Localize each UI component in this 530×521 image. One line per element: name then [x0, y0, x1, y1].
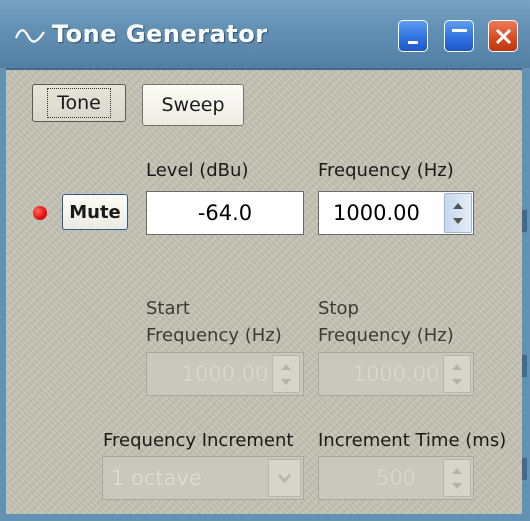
start-frequency-value: 1000.00	[181, 362, 269, 386]
edge-marker	[522, 458, 527, 480]
frequency-value: 1000.00	[333, 201, 420, 225]
title-bar[interactable]: Tone Generator	[0, 0, 530, 70]
maximize-icon	[452, 29, 467, 32]
minimize-icon	[408, 41, 418, 44]
window-title: Tone Generator	[52, 20, 268, 48]
maximize-button[interactable]	[444, 20, 474, 52]
window-border-right	[522, 68, 530, 521]
minimize-button[interactable]	[398, 20, 428, 52]
edge-marker	[522, 355, 527, 377]
level-label: Level (dBu)	[146, 160, 249, 181]
start-frequency-spinner[interactable]	[272, 355, 300, 393]
close-icon	[495, 28, 512, 45]
spin-arrows-icon	[452, 364, 462, 385]
frequency-increment-label: Frequency Increment	[103, 430, 294, 451]
sweep-mode-label: Sweep	[161, 94, 225, 116]
tone-mode-button[interactable]: Tone	[32, 84, 126, 122]
level-input[interactable]: -64.0	[146, 191, 304, 235]
chevron-down-icon	[278, 474, 291, 483]
close-button[interactable]	[488, 20, 518, 52]
spin-arrows-icon	[453, 203, 463, 224]
mute-label: Mute	[69, 201, 121, 223]
stop-frequency-spinner[interactable]	[443, 355, 471, 393]
increment-time-label: Increment Time (ms)	[318, 430, 507, 451]
frequency-label: Frequency (Hz)	[318, 160, 454, 181]
stop-frequency-value: 1000.00	[352, 362, 440, 386]
start-frequency-label-line1: Start	[146, 298, 190, 319]
frequency-increment-value: 1 octave	[111, 466, 202, 490]
sine-wave-icon	[14, 29, 45, 43]
tone-mode-label: Tone	[47, 88, 111, 118]
spin-arrows-icon	[452, 468, 462, 489]
tone-generator-window: Tone Generator Tone Sweep Level (dBu) Fr…	[0, 0, 530, 521]
edge-marker	[522, 210, 527, 232]
frequency-spinner[interactable]	[444, 193, 472, 233]
level-value: -64.0	[197, 201, 253, 225]
red-led-icon	[33, 206, 47, 220]
start-frequency-label-line2: Frequency (Hz)	[146, 325, 282, 346]
increment-time-value: 500	[375, 466, 417, 490]
stop-frequency-label-line2: Frequency (Hz)	[318, 325, 454, 346]
increment-time-spinner[interactable]	[443, 459, 471, 497]
sweep-mode-button[interactable]: Sweep	[142, 84, 244, 126]
mute-button[interactable]: Mute	[62, 194, 128, 230]
frequency-increment-dropdown[interactable]	[268, 459, 301, 497]
spin-arrows-icon	[281, 364, 291, 385]
stop-frequency-label-line1: Stop	[318, 298, 359, 319]
window-border-bottom	[0, 514, 530, 521]
